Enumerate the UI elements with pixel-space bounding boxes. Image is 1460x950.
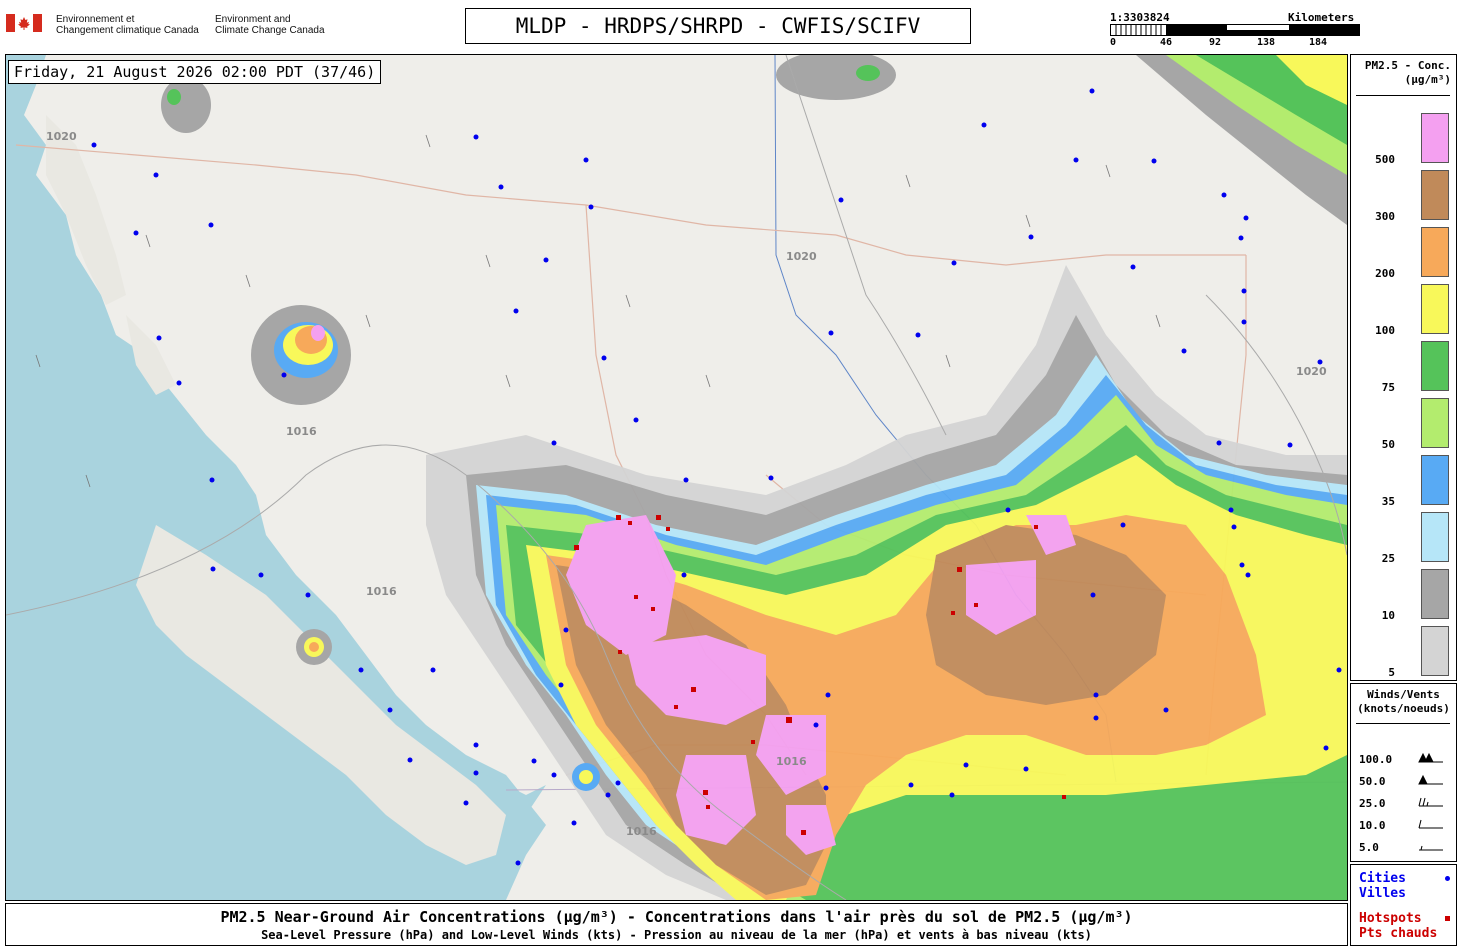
wind-barb-icons	[1418, 752, 1443, 851]
wind-legend: Winds/Vents (knots/noeuds) 100.0 50.0 25…	[1350, 683, 1457, 862]
legend-swatch	[1421, 398, 1449, 448]
gov-name-en: Environment and Climate Change Canada	[215, 14, 325, 36]
legend-swatch	[1421, 284, 1449, 334]
legend-bin-label: 200	[1375, 267, 1395, 280]
scale-tick: 138	[1257, 37, 1276, 48]
wind-row: 50.0	[1359, 775, 1386, 788]
city-dot-icon	[1445, 876, 1450, 881]
scale-ratio: 1:3303824	[1110, 11, 1170, 24]
caption-line1: PM2.5 Near-Ground Air Concentrations (µg…	[220, 908, 1133, 926]
isobar-label: 1020	[46, 130, 77, 143]
gov-fr-line2: Changement climatique Canada	[56, 25, 199, 36]
legend-divider	[1356, 95, 1450, 96]
map-canvas: 1020 1020 1020 1016 1016 1016 1016	[6, 55, 1347, 900]
gov-en-line2: Climate Change Canada	[215, 25, 325, 36]
legend-swatch	[1421, 512, 1449, 562]
legend-bin-label: 35	[1381, 495, 1395, 508]
wind-divider	[1356, 723, 1450, 724]
legend-swatch	[1421, 113, 1449, 163]
wind-title-line1: Winds/Vents	[1367, 688, 1440, 701]
scale-tick: 184	[1309, 37, 1328, 48]
scale-tick: 0	[1110, 37, 1117, 48]
cities-label-fr: Villes	[1359, 886, 1406, 901]
hotspots-label-fr: Pts chauds	[1359, 926, 1438, 941]
canada-flag-icon	[6, 14, 42, 32]
legend-swatch	[1421, 455, 1449, 505]
legend-bin-label: 25	[1381, 552, 1395, 565]
legend-bin-label: 10	[1381, 609, 1395, 622]
wind-title-line2: (knots/noeuds)	[1357, 702, 1450, 715]
legend-bin-label: 75	[1381, 381, 1395, 394]
gov-fr-line1: Environnement et	[56, 14, 135, 25]
legend-swatch	[1421, 626, 1449, 676]
gov-name-fr: Environnement et Changement climatique C…	[56, 14, 199, 36]
hotspot-square-icon	[1445, 916, 1450, 921]
smoke-forecast-map[interactable]: 1020 1020 1020 1016 1016 1016 1016	[5, 54, 1348, 901]
legend-bin-label: 500	[1375, 153, 1395, 166]
legend-title-line2: (µg/m³)	[1404, 73, 1451, 86]
legend-swatch	[1421, 569, 1449, 619]
isobar-label: 1016	[626, 825, 657, 838]
scale-tick: 92	[1209, 37, 1222, 48]
isobar-label: 1016	[366, 585, 397, 598]
isobar-label: 1016	[776, 755, 807, 768]
hotspots-label-en: Hotspots	[1359, 911, 1422, 926]
legend-bin-label: 300	[1375, 210, 1395, 223]
wind-row: 100.0	[1359, 753, 1393, 766]
isobar-label: 1020	[786, 250, 817, 263]
isobar-label: 1016	[286, 425, 317, 438]
legend-bin-label: 5	[1388, 666, 1395, 679]
legend-title-line1: PM2.5 - Conc.	[1364, 59, 1451, 72]
scale-tick: 46	[1160, 37, 1173, 48]
legend-bin-label: 50	[1381, 438, 1395, 451]
map-caption: PM2.5 Near-Ground Air Concentrations (µg…	[5, 903, 1348, 946]
legend-bin-label: 100	[1375, 324, 1395, 337]
scale-bar	[1110, 24, 1360, 36]
concentration-legend: PM2.5 - Conc. (µg/m³) 500 300 200 100 75 50 35…	[1350, 54, 1457, 681]
wind-legend-title: Winds/Vents (knots/noeuds)	[1351, 688, 1456, 716]
cities-label-en: Cities	[1359, 871, 1406, 886]
wind-row: 5.0	[1359, 841, 1379, 854]
caption-line2: Sea-Level Pressure (hPa) and Low-Level W…	[261, 928, 1092, 942]
page-title: MLDP - HRDPS/SHRPD - CWFIS/SCIFV	[465, 8, 971, 44]
wind-row: 25.0	[1359, 797, 1386, 810]
legend-swatch	[1421, 341, 1449, 391]
legend-title: PM2.5 - Conc. (µg/m³)	[1351, 59, 1451, 87]
legend-swatch	[1421, 170, 1449, 220]
isobar-label: 1020	[1296, 365, 1327, 378]
places-legend: Cities Villes Hotspots Pts chauds	[1350, 864, 1457, 946]
wind-row: 10.0	[1359, 819, 1386, 832]
legend-swatch	[1421, 227, 1449, 277]
gov-en-line1: Environment and	[215, 14, 291, 25]
scale-unit: Kilometers	[1288, 11, 1355, 24]
forecast-timestamp: Friday, 21 August 2026 02:00 PDT (37/46)	[8, 60, 382, 84]
